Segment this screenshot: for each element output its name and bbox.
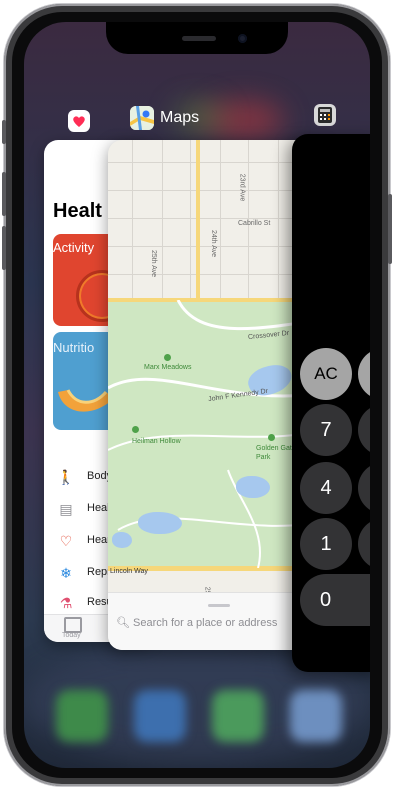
search-placeholder: Search for a place or address [133, 617, 278, 629]
figure-icon: 🚶 [57, 469, 75, 485]
maps-app-label[interactable]: Maps [160, 109, 199, 127]
calculator-app-card[interactable]: AC 7 4 1 0 [292, 134, 370, 672]
calc-7-button[interactable]: 7 [300, 404, 352, 456]
side-button [388, 194, 392, 264]
poi-label[interactable]: Marx Meadows [144, 364, 191, 371]
map-street [278, 140, 279, 300]
volume-down-button [2, 226, 6, 270]
map-street [190, 140, 191, 300]
park-poi-icon[interactable] [268, 434, 275, 441]
nutrition-label: Nutritio [53, 340, 95, 355]
calc-sign-button[interactable] [358, 348, 370, 400]
calc-2-button[interactable] [358, 518, 370, 570]
calc-5-button[interactable] [358, 462, 370, 514]
snowflake-icon: ❄ [60, 565, 72, 581]
calc-clear-button[interactable]: AC [300, 348, 352, 400]
dock-app-icon [290, 690, 342, 742]
row-label: Heal [87, 502, 110, 514]
search-icon: 🔍︎ [116, 617, 130, 629]
calc-0-button[interactable]: 0 [300, 574, 370, 626]
street-label: 25th Ave [150, 249, 158, 278]
map-street [162, 140, 163, 300]
volume-up-button [2, 172, 6, 216]
health-title: Healt [53, 200, 102, 222]
calc-4-button[interactable]: 4 [300, 462, 352, 514]
earpiece-speaker [182, 36, 216, 41]
today-tab-label[interactable]: Today [62, 632, 81, 639]
street-label: Lincoln Way [110, 568, 148, 575]
activity-label: Activity [53, 240, 95, 255]
heart-outline-icon: ♡ [59, 533, 73, 549]
map-road [196, 140, 200, 302]
calculator-app-icon[interactable] [314, 104, 336, 126]
app-switcher-screen: Maps Healt Activity Nutritio 🚶 Body ▤ He… [24, 22, 370, 768]
silent-switch [2, 120, 6, 144]
dock-app-icon [56, 690, 108, 742]
dock-app-icon [212, 690, 264, 742]
map-street [132, 140, 133, 300]
street-label: Cabrillo St [238, 220, 271, 227]
dock [42, 682, 352, 750]
street-label: 23rd Ave [238, 173, 246, 202]
map-lake [112, 532, 132, 548]
dock-app-icon [134, 690, 186, 742]
map-street [220, 140, 221, 300]
calc-8-button[interactable] [358, 404, 370, 456]
poi-label[interactable]: Heilman Hollow [132, 438, 181, 445]
map-lake [236, 476, 270, 498]
sheet-grabber[interactable] [208, 604, 230, 607]
maps-app-icon[interactable] [130, 106, 154, 130]
park-poi-icon[interactable] [132, 426, 139, 433]
map-lake [138, 512, 182, 534]
street-label: 24th Ave [210, 229, 218, 258]
document-icon: ▤ [59, 501, 73, 517]
front-camera [238, 34, 247, 43]
calc-1-button[interactable]: 1 [300, 518, 352, 570]
maps-search-input[interactable]: 🔍︎ Search for a place or address [116, 616, 277, 629]
today-tab-icon[interactable] [64, 617, 82, 633]
flask-icon: ⚗ [59, 595, 73, 611]
park-poi-icon[interactable] [164, 354, 171, 361]
health-app-icon[interactable] [68, 110, 90, 132]
